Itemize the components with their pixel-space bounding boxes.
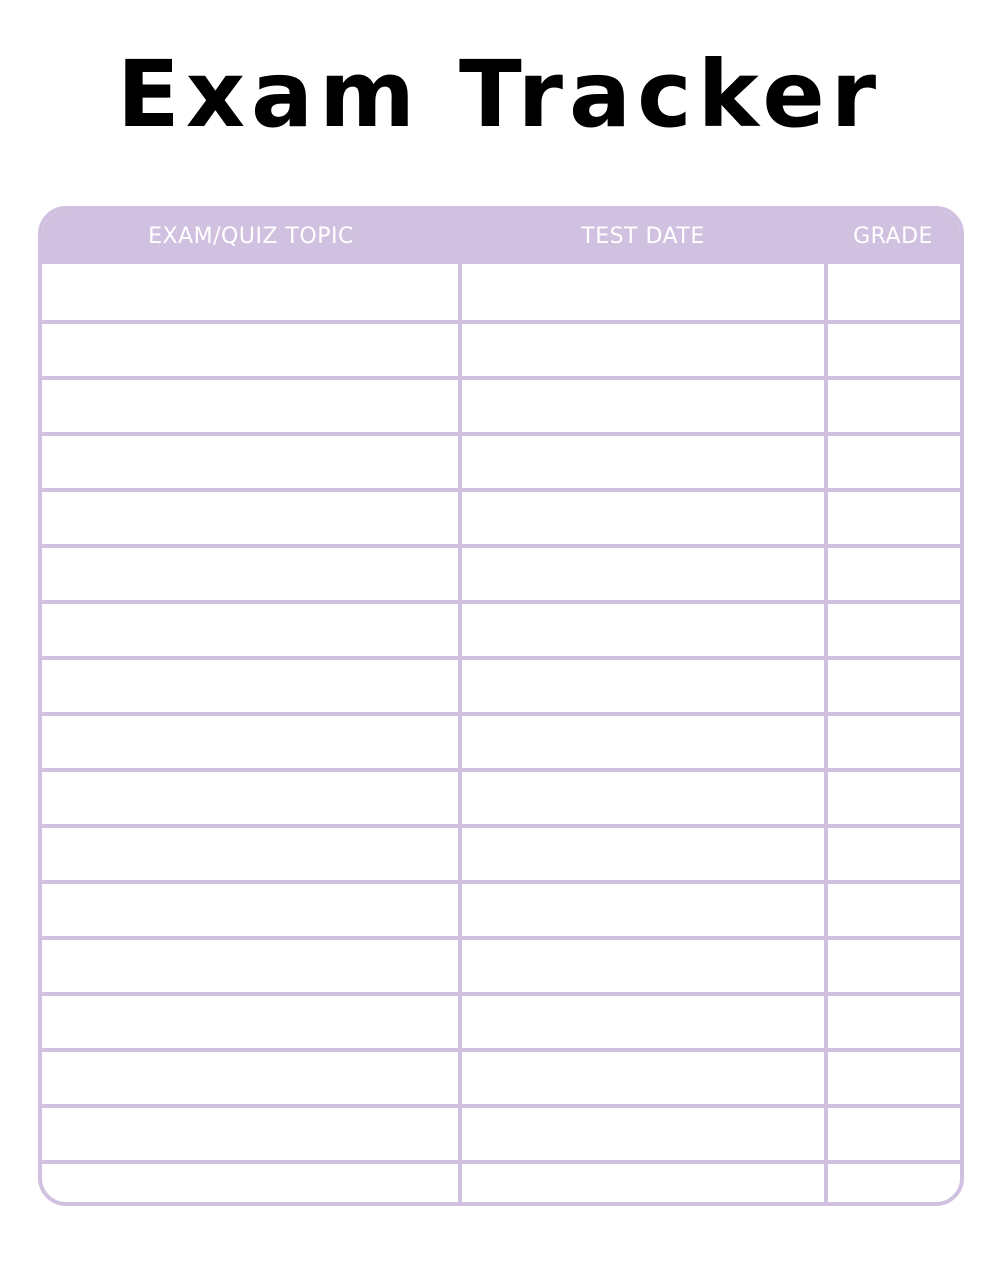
- cell-test-date[interactable]: [462, 436, 824, 488]
- cell-grade[interactable]: [828, 436, 960, 488]
- cell-grade[interactable]: [828, 264, 960, 320]
- cell-test-date[interactable]: [462, 996, 824, 1048]
- table-row: [42, 488, 960, 544]
- cell-grade[interactable]: [828, 492, 960, 544]
- table-row: [42, 376, 960, 432]
- table-row: [42, 936, 960, 992]
- table-row: [42, 1104, 960, 1160]
- cell-topic[interactable]: [42, 660, 458, 712]
- cell-topic[interactable]: [42, 324, 458, 376]
- cell-test-date[interactable]: [462, 324, 824, 376]
- table-header: EXAM/QUIZ TOPIC TEST DATE GRADE: [42, 210, 960, 264]
- cell-test-date[interactable]: [462, 604, 824, 656]
- cell-test-date[interactable]: [462, 828, 824, 880]
- cell-topic[interactable]: [42, 604, 458, 656]
- cell-test-date[interactable]: [462, 772, 824, 824]
- cell-topic[interactable]: [42, 772, 458, 824]
- table-row: [42, 600, 960, 656]
- cell-grade[interactable]: [828, 940, 960, 992]
- table-row: [42, 880, 960, 936]
- cell-grade[interactable]: [828, 996, 960, 1048]
- cell-grade[interactable]: [828, 380, 960, 432]
- cell-test-date[interactable]: [462, 380, 824, 432]
- table-row: [42, 992, 960, 1048]
- cell-grade[interactable]: [828, 324, 960, 376]
- cell-test-date[interactable]: [462, 1108, 824, 1160]
- table-row: [42, 824, 960, 880]
- cell-topic[interactable]: [42, 548, 458, 600]
- column-header-test-date: TEST DATE: [581, 224, 705, 249]
- cell-test-date[interactable]: [462, 264, 824, 320]
- column-header-topic: EXAM/QUIZ TOPIC: [148, 224, 354, 249]
- table-row: [42, 656, 960, 712]
- cell-test-date[interactable]: [462, 1052, 824, 1104]
- cell-topic[interactable]: [42, 492, 458, 544]
- cell-grade[interactable]: [828, 884, 960, 936]
- cell-test-date[interactable]: [462, 940, 824, 992]
- cell-test-date[interactable]: [462, 660, 824, 712]
- cell-topic[interactable]: [42, 828, 458, 880]
- cell-topic[interactable]: [42, 264, 458, 320]
- table-row: [42, 712, 960, 768]
- cell-topic[interactable]: [42, 996, 458, 1048]
- cell-topic[interactable]: [42, 1052, 458, 1104]
- cell-topic[interactable]: [42, 884, 458, 936]
- cell-test-date[interactable]: [462, 492, 824, 544]
- cell-topic[interactable]: [42, 1108, 458, 1160]
- table-row: [42, 320, 960, 376]
- table-row: [42, 264, 960, 320]
- cell-topic[interactable]: [42, 436, 458, 488]
- table-row: [42, 1160, 960, 1202]
- cell-topic[interactable]: [42, 380, 458, 432]
- cell-grade[interactable]: [828, 548, 960, 600]
- cell-grade[interactable]: [828, 1052, 960, 1104]
- cell-topic[interactable]: [42, 940, 458, 992]
- cell-topic[interactable]: [42, 716, 458, 768]
- cell-test-date[interactable]: [462, 1164, 824, 1202]
- table-row: [42, 768, 960, 824]
- table-row: [42, 1048, 960, 1104]
- column-divider: [458, 264, 462, 1202]
- column-header-grade: GRADE: [853, 224, 933, 249]
- page-title: Exam Tracker: [116, 41, 883, 148]
- cell-grade[interactable]: [828, 1164, 960, 1202]
- cell-test-date[interactable]: [462, 548, 824, 600]
- column-divider: [824, 264, 828, 1202]
- cell-test-date[interactable]: [462, 884, 824, 936]
- cell-grade[interactable]: [828, 604, 960, 656]
- cell-grade[interactable]: [828, 828, 960, 880]
- table-body: [42, 264, 960, 1202]
- cell-grade[interactable]: [828, 1108, 960, 1160]
- cell-grade[interactable]: [828, 660, 960, 712]
- cell-grade[interactable]: [828, 716, 960, 768]
- cell-grade[interactable]: [828, 772, 960, 824]
- table-row: [42, 432, 960, 488]
- cell-topic[interactable]: [42, 1164, 458, 1202]
- cell-test-date[interactable]: [462, 716, 824, 768]
- table-row: [42, 544, 960, 600]
- exam-tracker-table: EXAM/QUIZ TOPIC TEST DATE GRADE: [38, 206, 964, 1206]
